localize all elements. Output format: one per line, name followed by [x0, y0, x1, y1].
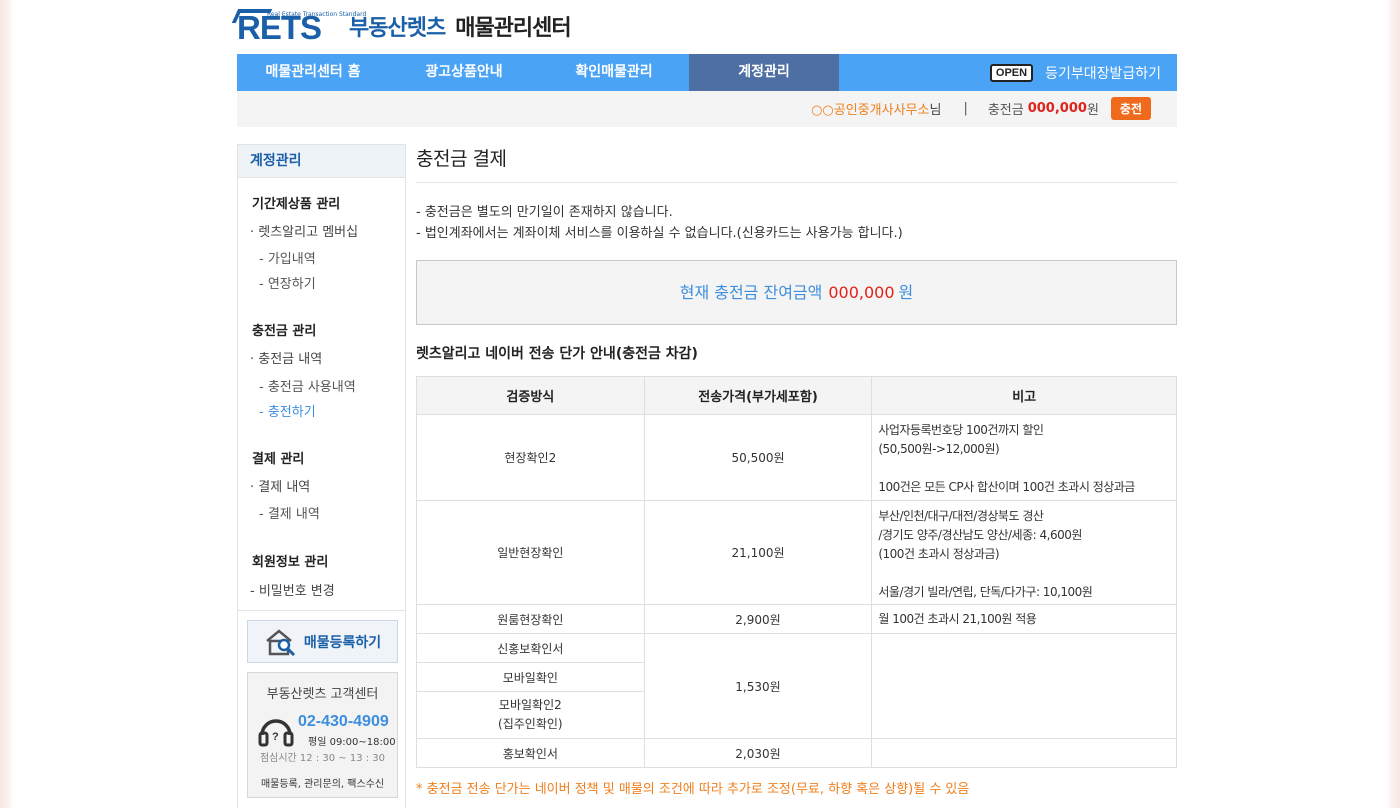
- current-balance-label: 현재 충전금 잔여금액: [679, 283, 823, 302]
- customer-center-hours: 평일 09:00~18:00: [308, 737, 396, 748]
- notice-list: - 충전금은 별도의 만기일이 존재하지 않습니다. - 법인계좌에서는 계좌이…: [416, 202, 903, 244]
- current-balance-value: 000,000: [828, 283, 895, 302]
- note-line: 부산/인천/대구/대전/경상북도 경산: [878, 509, 1044, 523]
- sidebar-item-charge-history[interactable]: · 충전금 내역: [250, 348, 322, 367]
- method-line: (집주인확인): [498, 717, 563, 731]
- customer-center-box: 부동산렛츠 고객센터 ? 02-430-4909 평일 09:00~18:00 …: [247, 672, 398, 798]
- logo-mark: RETS Real Estate Transaction Standard: [231, 9, 366, 45]
- cell-note-empty: [871, 738, 1177, 768]
- page-title: 충전금 결제: [416, 144, 1177, 183]
- cell-price: 2,030원: [643, 738, 873, 768]
- sidebar-title: 계정관리: [238, 145, 405, 178]
- nav-item-verified-listings[interactable]: 확인매물관리: [539, 54, 689, 91]
- note-line: (50,500원->12,000원): [878, 442, 1000, 456]
- customer-center-services: 매물등록, 관리문의, 팩스수신: [260, 779, 385, 790]
- registry-issue-link[interactable]: OPEN 등기부대장발급하기: [989, 54, 1161, 91]
- customer-center-title: 부동산렛츠 고객센터: [266, 687, 379, 702]
- cell-price: 50,500원: [643, 414, 873, 501]
- sidebar-divider: [238, 610, 405, 611]
- cell-note-empty: [871, 633, 1177, 739]
- table-row: 신홍보확인서 1,530원: [416, 633, 1177, 739]
- sidebar-item-join-history[interactable]: - 가입내역: [259, 248, 316, 267]
- cell-method: 모바일확인2 (집주인확인): [416, 691, 645, 739]
- register-listing-button[interactable]: 매물등록하기: [247, 620, 398, 663]
- column-header-price: 전송가격(부가세포함): [643, 376, 873, 415]
- price-footnote: * 충전금 전송 단가는 네이버 정책 및 매물의 조건에 따라 추가로 조정(…: [416, 782, 970, 797]
- user-bar: ○○공인중개사사무소 님 | 충전금 000,000 원 충전: [237, 91, 1177, 127]
- current-balance-box: 현재 충전금 잔여금액 000,000 원: [416, 260, 1177, 325]
- open-badge: OPEN: [989, 63, 1034, 82]
- cell-method: 모바일확인: [416, 662, 645, 692]
- nav-item-home[interactable]: 매물관리센터 홈: [237, 54, 389, 91]
- price-table: 검증방식 전송가격(부가세포함) 비고 현장확인2 50,500원 사업자등록번…: [416, 376, 1177, 768]
- sidebar-item-membership[interactable]: · 렛츠알리고 멤버십: [250, 221, 358, 240]
- notice-item: - 법인계좌에서는 계좌이체 서비스를 이용하실 수 없습니다.(신용카드는 사…: [416, 226, 903, 241]
- center-title: 매물관리센터: [455, 16, 571, 41]
- table-row: 원룸현장확인 2,900원 월 100건 초과시 21,100원 적용: [416, 604, 1177, 634]
- note-line: 100건은 모든 CP사 합산이며 100건 초과시 정상과금: [878, 480, 1135, 494]
- price-guide-title: 렛츠알리고 네이버 전송 단가 안내(충전금 차감): [416, 346, 698, 362]
- main-nav: 매물관리센터 홈 광고상품안내 확인매물관리 계정관리 OPEN 등기부대장발급…: [237, 54, 1177, 91]
- customer-center-lunch: 점심시간 12 : 30 ~ 13 : 30: [259, 753, 386, 764]
- cell-method: 현장확인2: [416, 414, 645, 501]
- method-line: 모바일확인2: [498, 698, 562, 712]
- sidebar-item-payment-history[interactable]: · 결제 내역: [250, 476, 310, 495]
- column-header-note: 비고: [871, 376, 1177, 415]
- sidebar-group-member: 회원정보 관리: [252, 555, 329, 570]
- sidebar-item-change-password[interactable]: - 비밀번호 변경: [250, 580, 335, 599]
- logo[interactable]: RETS Real Estate Transaction Standard 부동…: [231, 8, 572, 45]
- sidebar-item-charge-usage[interactable]: - 충전금 사용내역: [259, 376, 356, 395]
- sidebar-item-payment-history-sub[interactable]: - 결제 내역: [259, 503, 320, 522]
- balance-value: 000,000: [1027, 101, 1087, 116]
- table-row: 홍보확인서 2,030원: [416, 738, 1177, 768]
- charge-button[interactable]: 충전: [1110, 97, 1151, 120]
- sidebar: 계정관리 기간제상품 관리 · 렛츠알리고 멤버십 - 가입내역 - 연장하기 …: [237, 144, 406, 808]
- cell-note: 월 100건 초과시 21,100원 적용: [871, 604, 1177, 634]
- sidebar-item-extend[interactable]: - 연장하기: [259, 273, 316, 292]
- sidebar-group-charge: 충전금 관리: [252, 324, 317, 339]
- note-line: 서울/경기 빌라/연립, 단독/다가구: 10,100원: [878, 585, 1093, 599]
- cell-method: 일반현장확인: [416, 500, 645, 605]
- balance-unit: 원: [1086, 103, 1099, 118]
- registry-issue-label: 등기부대장발급하기: [1045, 65, 1161, 82]
- svg-text:?: ?: [272, 731, 279, 743]
- table-row: 현장확인2 50,500원 사업자등록번호당 100건까지 할인 (50,500…: [416, 414, 1177, 501]
- cell-method: 홍보확인서: [416, 738, 645, 768]
- cell-method: 원룸현장확인: [416, 604, 645, 634]
- sidebar-group-payment: 결제 관리: [252, 452, 305, 467]
- note-line: (100건 초과시 정상과금): [878, 547, 1000, 561]
- cell-note: 부산/인천/대구/대전/경상북도 경산 /경기도 양주/경산남도 양산/세종: …: [871, 500, 1177, 605]
- table-header-row: 검증방식 전송가격(부가세포함) 비고: [416, 376, 1177, 415]
- headset-icon: ?: [258, 719, 294, 747]
- separator: |: [963, 101, 968, 116]
- sidebar-group-period-products: 기간제상품 관리: [252, 197, 341, 212]
- nav-item-ad-products[interactable]: 광고상품안내: [389, 54, 539, 91]
- office-suffix: 님: [929, 103, 942, 118]
- current-balance-unit: 원: [898, 283, 914, 302]
- balance-label: 충전금: [987, 103, 1024, 118]
- column-header-method: 검증방식: [416, 376, 645, 415]
- table-row: 일반현장확인 21,100원 부산/인천/대구/대전/경상북도 경산 /경기도 …: [416, 500, 1177, 605]
- cell-price: 21,100원: [643, 500, 873, 605]
- sidebar-item-charge-now[interactable]: - 충전하기: [259, 401, 316, 420]
- house-search-icon: [266, 628, 295, 656]
- cell-note: 사업자등록번호당 100건까지 할인 (50,500원->12,000원) 10…: [871, 414, 1177, 501]
- logo-tagline: Real Estate Transaction Standard: [267, 11, 367, 18]
- nav-item-account[interactable]: 계정관리: [689, 54, 839, 91]
- note-line: /경기도 양주/경산남도 양산/세종: 4,600원: [878, 528, 1082, 542]
- cell-price: 2,900원: [643, 604, 873, 634]
- register-listing-label: 매물등록하기: [303, 634, 382, 651]
- main-content: 충전금 결제 - 충전금은 별도의 만기일이 존재하지 않습니다. - 법인계좌…: [416, 144, 1177, 797]
- notice-item: - 충전금은 별도의 만기일이 존재하지 않습니다.: [416, 205, 673, 220]
- cell-price: 1,530원: [643, 633, 873, 739]
- cell-method: 신홍보확인서: [416, 633, 645, 663]
- customer-center-phone: 02-430-4909: [298, 713, 389, 730]
- note-line: 사업자등록번호당 100건까지 할인: [878, 423, 1044, 437]
- office-name: ○○공인중개사사무소: [811, 103, 930, 118]
